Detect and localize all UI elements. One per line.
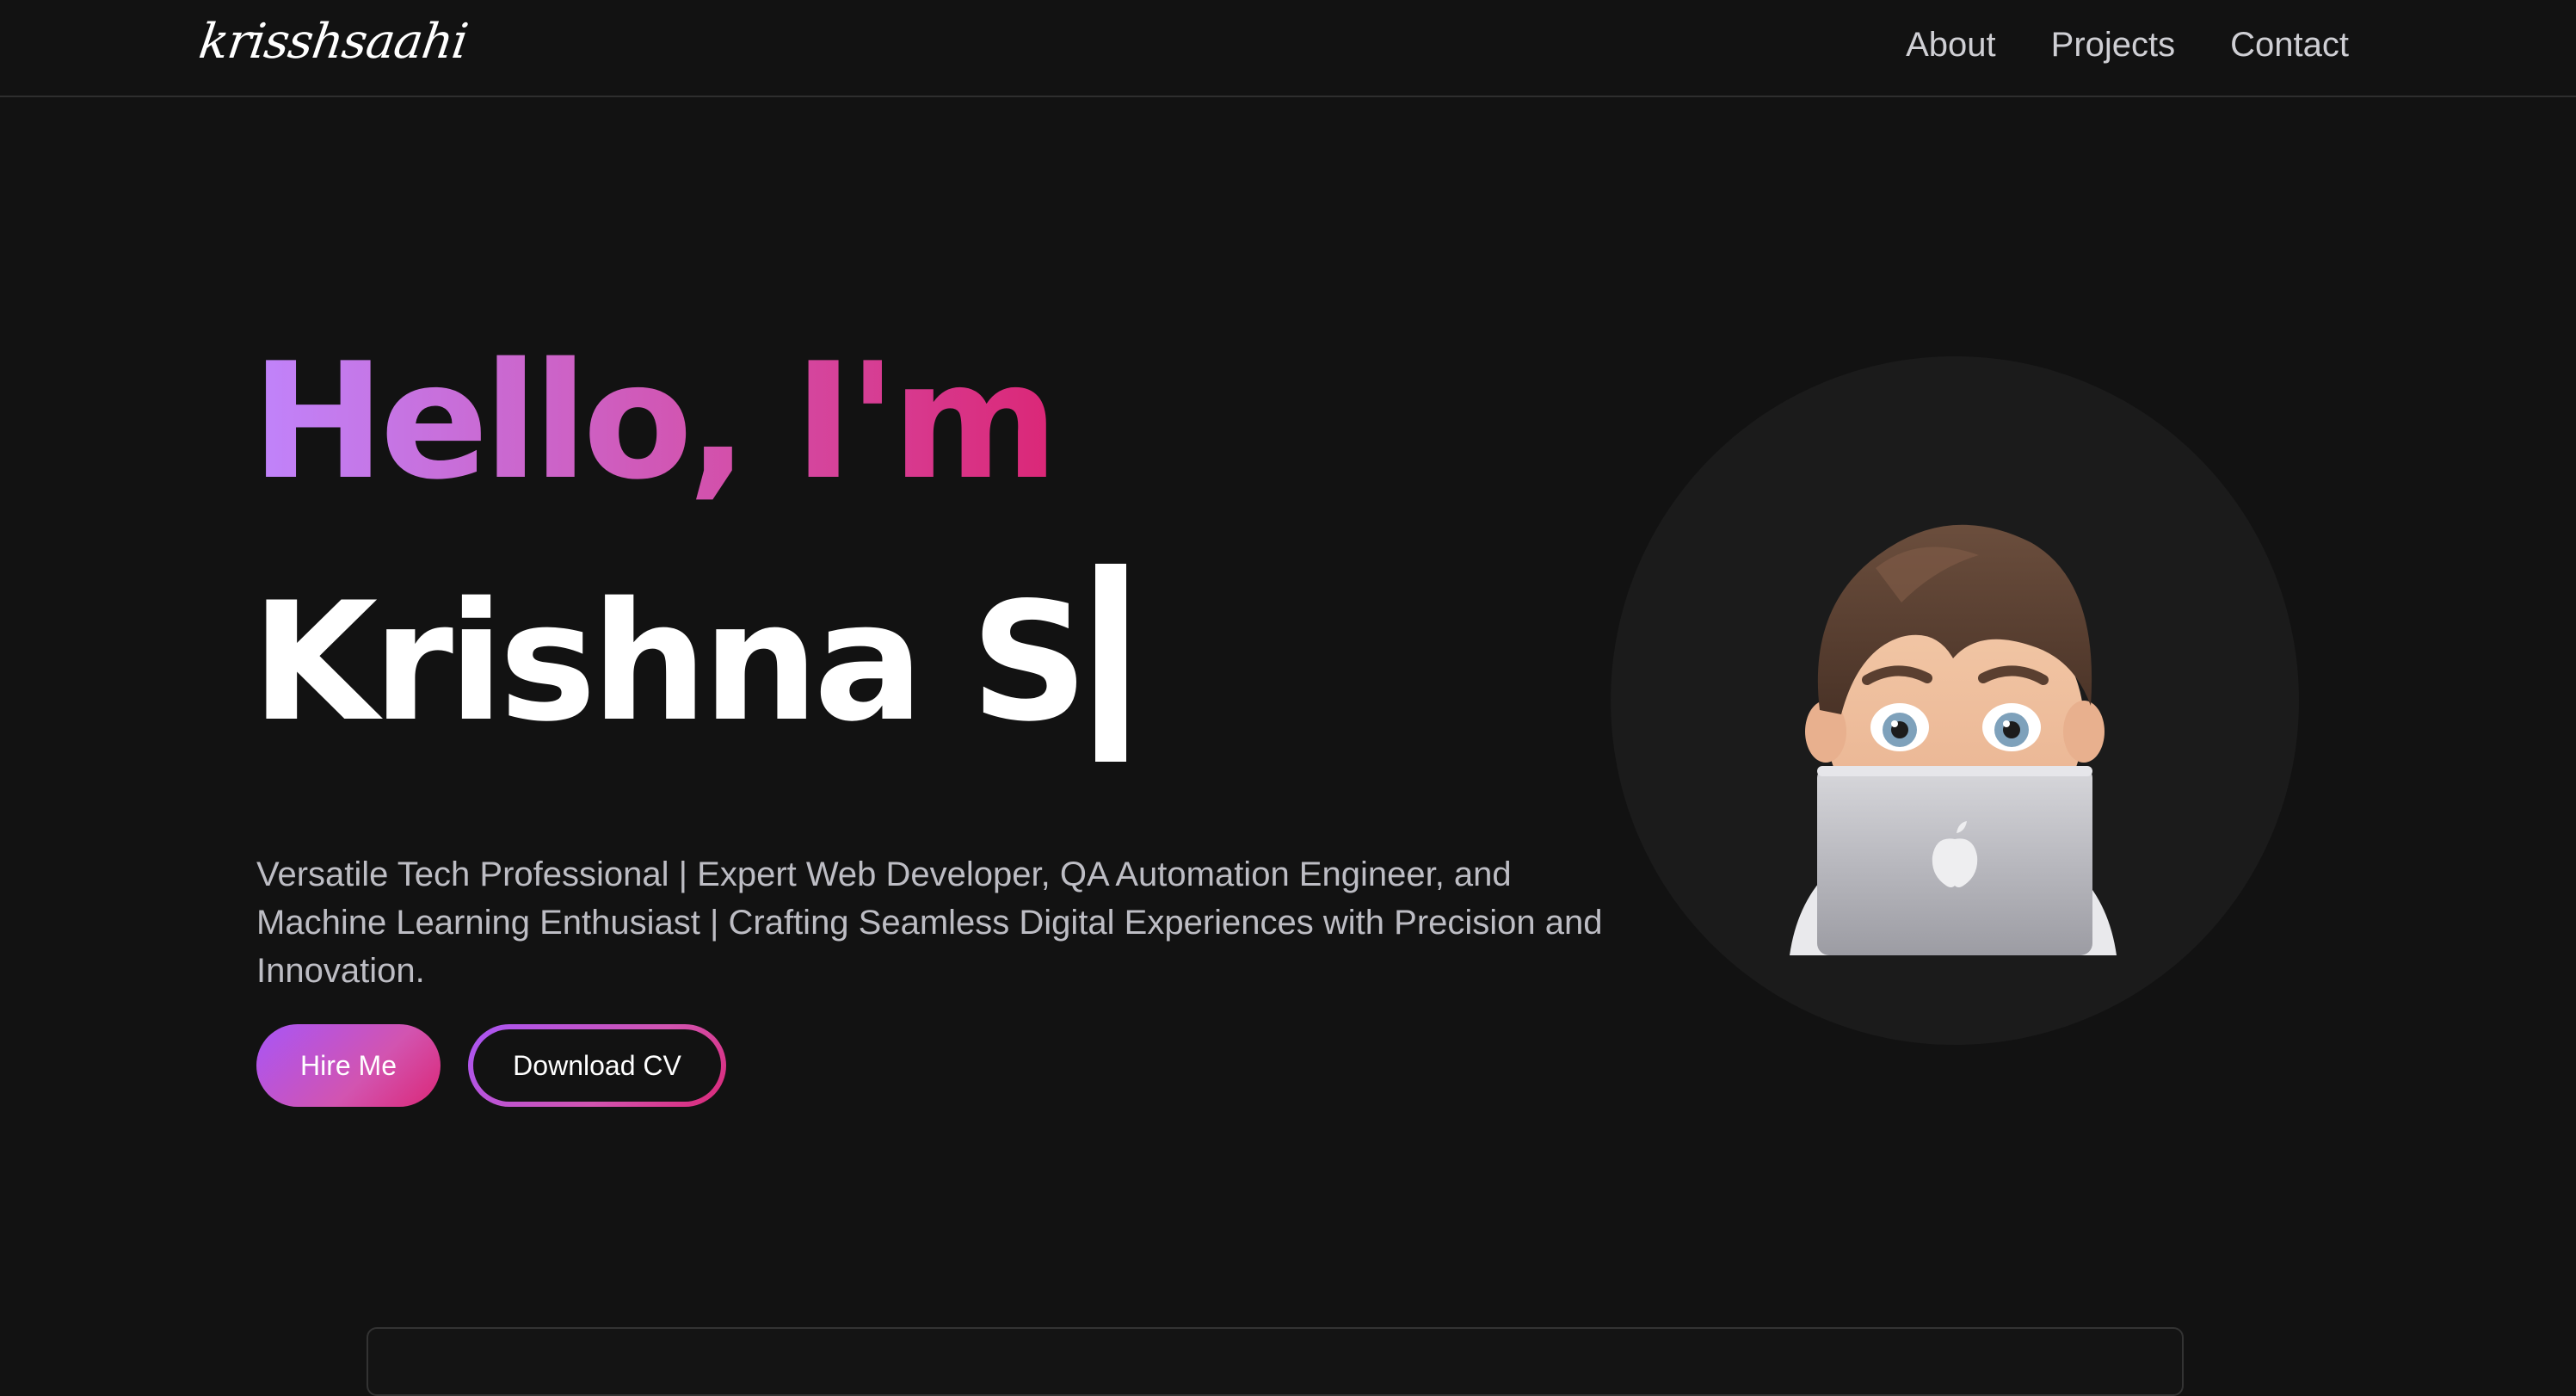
content-card <box>367 1327 2184 1396</box>
navbar: krisshsaahi About Projects Contact <box>0 0 2576 97</box>
site-logo[interactable]: krisshsaahi <box>195 14 471 70</box>
nav-link-contact[interactable]: Contact <box>2230 21 2349 69</box>
download-cv-label: Download CV <box>473 1029 721 1102</box>
typing-cursor <box>1094 564 1126 762</box>
nav-link-projects[interactable]: Projects <box>2051 21 2176 69</box>
hero-greeting: Hello, I'm <box>251 328 1058 515</box>
download-cv-button[interactable]: Download CV <box>468 1024 726 1107</box>
hero-description: Versatile Tech Professional | Expert Web… <box>256 856 1603 990</box>
hire-me-button[interactable]: Hire Me <box>256 1024 441 1107</box>
hero-name-line: Krishna S <box>251 559 1126 766</box>
hero-name: Krishna S <box>251 567 1088 757</box>
nav-link-about[interactable]: About <box>1906 21 1996 69</box>
nav-links: About Projects Contact <box>1906 21 2349 69</box>
memoji-laptop-avatar <box>1790 524 2117 955</box>
